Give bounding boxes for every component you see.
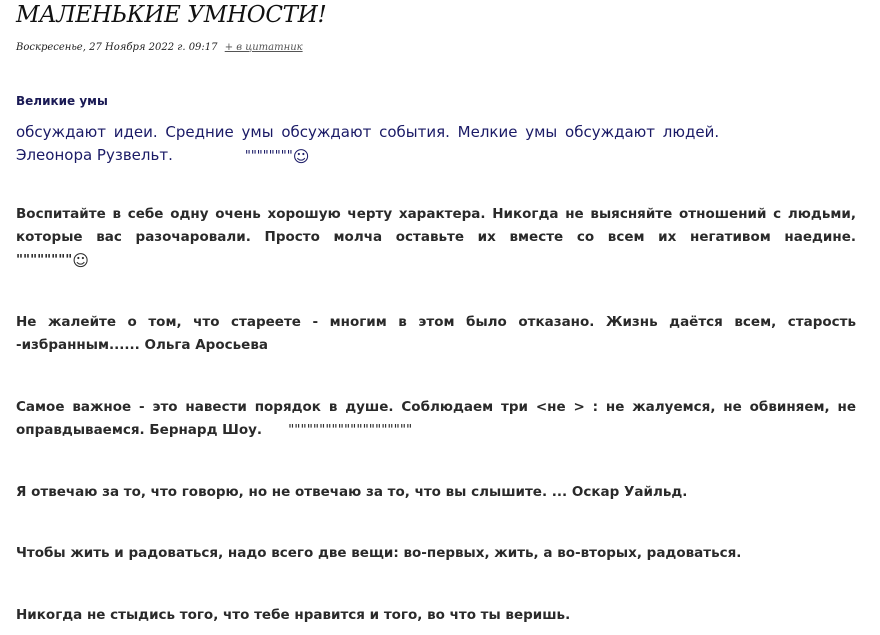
quote-marks: """""""" [244,149,293,164]
quote-line: Элеонора Рузвельт. """"""""☺ [16,144,856,168]
quote-author: Элеонора Рузвельт. [16,146,173,164]
quote-marks: """""""""""""""""""" [288,422,413,438]
quote-character: Воспитайте в себе одну очень хорошую чер… [16,203,856,272]
quote-roosevelt: обсуждают идеи. Средние умы обсуждают со… [16,121,856,168]
smile-icon: ☺ [292,147,310,166]
quote-never-ashamed: Никогда не стыдись того, что тебе нравит… [16,604,856,627]
post-date: Воскресенье, 27 Ноября 2022 г. 09:17 [16,42,218,53]
quote-arosyeva: Не жалейте о том, что стареете - многим … [16,311,856,357]
post-meta: Воскресенье, 27 Ноября 2022 г. 09:17 + в… [16,42,303,53]
quote-line: обсуждают идеи. Средние умы обсуждают со… [16,123,720,141]
quote-line: Никогда не стыдись того, что тебе нравит… [16,607,571,623]
add-to-quotes-link[interactable]: + в цитатник [225,42,303,53]
quote-line: Я отвечаю за то, что говорю, но не отвеч… [16,484,688,500]
quote-shaw: Самое важное - это навести порядок в душ… [16,396,856,442]
quote-line: -избранным...... Ольга Аросьева [16,337,268,353]
quote-wilde: Я отвечаю за то, что говорю, но не отвеч… [16,481,856,504]
quote-line: оправдываемся. Бернард Шоу. """""""""""""… [16,419,856,442]
quote-line: Чтобы жить и радоваться, надо всего две … [16,545,742,561]
quote-line: """"""""☺ [16,249,856,272]
quote-line: Воспитайте в себе одну очень хорошую чер… [16,206,856,222]
quote-line: Самое важное - это навести порядок в душ… [16,399,856,415]
quote-author: оправдываемся. Бернард Шоу. [16,422,263,438]
quote-line: которые вас разочаровали. Просто молча о… [16,229,856,245]
quote-marks: """""""" [16,252,73,268]
quote-line: Не жалейте о том, что стареете - многим … [16,314,856,330]
smile-icon: ☺ [72,251,89,270]
post-title: МАЛЕНЬКИЕ УМНОСТИ! [16,2,327,28]
post-subhead: Великие умы [16,94,108,108]
quote-live-rejoice: Чтобы жить и радоваться, надо всего две … [16,542,856,565]
